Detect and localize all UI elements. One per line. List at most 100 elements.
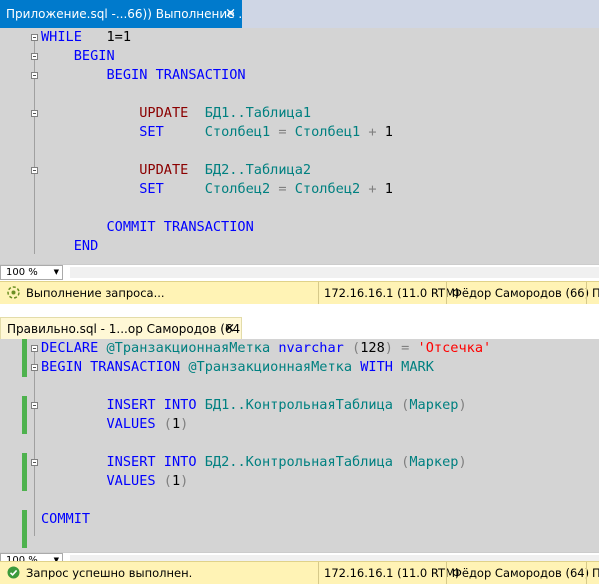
code-line[interactable]: BEGIN TRANSACTION @ТранзакционнаяМетка W… [41, 358, 491, 377]
code-token-kw: DECLARE [41, 340, 99, 356]
collapse-icon[interactable] [31, 364, 38, 371]
code-token-op: + [368, 181, 377, 197]
code-line[interactable]: VALUES (1) [41, 472, 491, 491]
status-text: Выполнение запроса... [26, 286, 165, 300]
fold-guide [34, 351, 35, 536]
editor-gutter [0, 339, 38, 552]
code-token-id: БД2..Таблица2 [204, 162, 312, 178]
query-window-1: Приложение.sql -...66)) Выполнение ... ✕… [0, 0, 599, 306]
code-token-kw: COMMIT [41, 511, 91, 527]
code-token: 1 [376, 181, 393, 197]
code-token-op: + [368, 124, 377, 140]
code-line[interactable]: COMMIT [41, 510, 491, 529]
code-line[interactable]: COMMIT TRANSACTION [41, 218, 393, 237]
code-token-dml: UPDATE [139, 105, 189, 121]
code-line[interactable]: UPDATE БД2..Таблица2 [41, 161, 393, 180]
code-line[interactable] [41, 377, 491, 396]
editor-bottom-bar: 100 % ▼ [0, 264, 599, 281]
code-line[interactable]: END [41, 237, 393, 256]
code-line[interactable]: SET Столбец2 = Столбец2 + 1 [41, 180, 393, 199]
code-token-op: ) [458, 454, 467, 470]
code-token-id: БД2..КонтрольнаяТаблица [204, 454, 393, 470]
sql-editor[interactable]: DECLARE @ТранзакционнаяМетка nvarchar (1… [0, 339, 599, 552]
collapse-icon[interactable] [31, 110, 38, 117]
tab-title: Приложение.sql -...66)) Выполнение ... [6, 7, 242, 21]
tab-title: Правильно.sql - 1...ор Самородов (64)) [7, 321, 241, 336]
code-line[interactable]: BEGIN TRANSACTION [41, 66, 393, 85]
collapse-icon[interactable] [31, 459, 38, 466]
code-line[interactable]: SET Столбец1 = Столбец1 + 1 [41, 123, 393, 142]
editor-gutter [0, 28, 38, 264]
change-marker [22, 396, 27, 434]
zoom-value: 100 % [6, 267, 38, 278]
tab-pravilno-sql[interactable]: Правильно.sql - 1...ор Самородов (64)) ✕ [0, 317, 242, 339]
zoom-dropdown[interactable]: 100 % ▼ [0, 265, 63, 280]
code-line[interactable] [41, 434, 491, 453]
code-token-op: ) [180, 473, 189, 489]
collapse-icon[interactable] [31, 345, 38, 352]
close-icon[interactable]: ✕ [224, 321, 235, 336]
code-token-op: ) [384, 340, 393, 356]
code-token-kw: END [73, 238, 99, 254]
code-line[interactable]: VALUES (1) [41, 415, 491, 434]
code-line[interactable]: INSERT INTO БД1..КонтрольнаяТаблица (Мар… [41, 396, 491, 415]
code-line[interactable] [41, 199, 393, 218]
status-text: Запрос успешно выполнен. [26, 566, 193, 580]
code-token-id: Столбец1 [204, 124, 271, 140]
code-token: 1=1 [81, 29, 132, 45]
code-line[interactable]: WHILE 1=1 [41, 28, 393, 47]
code-text[interactable]: DECLARE @ТранзакционнаяМетка nvarchar (1… [41, 339, 491, 529]
close-icon[interactable]: ✕ [225, 7, 236, 22]
change-marker [22, 453, 27, 491]
code-token-str: 'Отсечка' [417, 340, 492, 356]
code-token-kw: BEGIN TRANSACTION [106, 67, 246, 83]
code-token-op: ( [352, 340, 361, 356]
code-line[interactable] [41, 142, 393, 161]
code-token-id: MARK [401, 359, 434, 375]
tab-prilozhenie-sql[interactable]: Приложение.sql -...66)) Выполнение ... ✕ [0, 0, 242, 28]
code-token: 1 [171, 416, 181, 432]
code-line[interactable] [41, 85, 393, 104]
code-line[interactable]: BEGIN [41, 47, 393, 66]
code-token-op: ( [163, 416, 172, 432]
executing-spinner-icon [7, 286, 20, 299]
code-line[interactable]: DECLARE @ТранзакционнаяМетка nvarchar (1… [41, 339, 491, 358]
collapse-icon[interactable] [31, 72, 38, 79]
server-info: 172.16.16.1 (11.0 RTM) [318, 562, 460, 584]
collapse-icon[interactable] [31, 53, 38, 60]
code-token-op: = [278, 181, 287, 197]
code-token-id: Столбец2 [294, 181, 361, 197]
query-status-bar: Выполнение запроса... 172.16.16.1 (11.0 … [0, 281, 599, 304]
code-token-op: = [278, 124, 287, 140]
code-text[interactable]: WHILE 1=1 BEGIN BEGIN TRANSACTION UPDATE… [41, 28, 393, 256]
collapse-icon[interactable] [31, 402, 38, 409]
collapse-icon[interactable] [31, 34, 38, 41]
code-line[interactable] [41, 491, 491, 510]
code-line[interactable]: UPDATE БД1..Таблица1 [41, 104, 393, 123]
collapse-icon[interactable] [31, 167, 38, 174]
success-check-icon [7, 566, 20, 579]
code-token-kw: WITH [360, 359, 393, 375]
code-line[interactable]: INSERT INTO БД2..КонтрольнаяТаблица (Мар… [41, 453, 491, 472]
query-status-bar: Запрос успешно выполнен. 172.16.16.1 (11… [0, 561, 599, 584]
code-token-kw: COMMIT TRANSACTION [106, 219, 254, 235]
sql-editor[interactable]: WHILE 1=1 BEGIN BEGIN TRANSACTION UPDATE… [0, 28, 599, 264]
horizontal-scrollbar[interactable] [70, 267, 599, 278]
